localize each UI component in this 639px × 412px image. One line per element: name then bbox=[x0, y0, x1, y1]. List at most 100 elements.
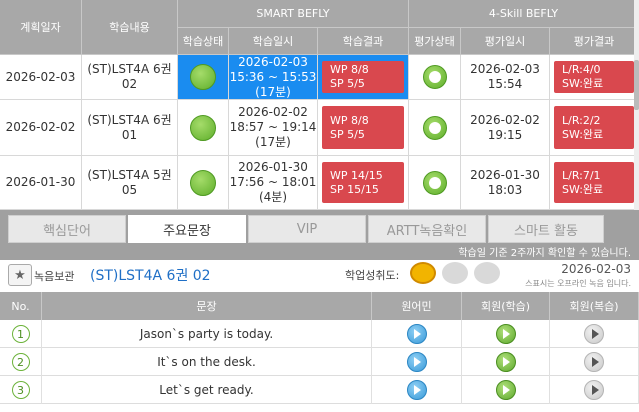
eval-result-button[interactable]: L/R:7/1 SW:완료 bbox=[554, 162, 634, 203]
native-audio-cell bbox=[372, 320, 462, 348]
sentence-number: 1 bbox=[11, 325, 30, 343]
result-line: WP 8/8 bbox=[330, 63, 369, 76]
eval-time-line: 2026-02-02 bbox=[470, 112, 540, 127]
eval-time-line: 19:15 bbox=[487, 127, 523, 142]
tab-key-sentences[interactable]: 주요문장 bbox=[128, 215, 246, 243]
tab-vip[interactable]: VIP bbox=[248, 215, 366, 243]
result-line: SW:완료 bbox=[562, 182, 604, 196]
native-audio-cell bbox=[372, 376, 462, 404]
member-study-audio-cell bbox=[462, 348, 550, 376]
sentence-number: 3 bbox=[11, 381, 30, 399]
member-study-play-icon[interactable] bbox=[495, 352, 516, 372]
time-line: 2026-01-30 bbox=[238, 160, 308, 174]
sentence-row: 1 Jason`s party is today. bbox=[0, 320, 639, 348]
sentence-no-cell: 3 bbox=[0, 376, 42, 404]
member-study-play-icon[interactable] bbox=[495, 324, 516, 344]
achievement-badge-good-icon bbox=[442, 262, 468, 284]
native-audio-cell bbox=[372, 348, 462, 376]
study-status[interactable] bbox=[178, 55, 229, 100]
tab-key-words[interactable]: 핵심단어 bbox=[8, 215, 126, 243]
header-content: 학습내용 bbox=[82, 0, 178, 55]
eval-status[interactable] bbox=[409, 100, 461, 156]
study-result-cell: WP 8/8 SP 5/5 bbox=[318, 55, 409, 100]
status-complete-icon bbox=[190, 114, 216, 141]
result-line: SP 5/5 bbox=[330, 127, 365, 141]
tab-smart-activity[interactable]: 스마트 활동 bbox=[488, 215, 604, 243]
result-line: L/R:7/1 bbox=[562, 168, 601, 182]
sentence-text: Jason`s party is today. bbox=[42, 320, 372, 348]
native-play-icon[interactable] bbox=[406, 380, 427, 400]
result-line: SP 5/5 bbox=[330, 77, 365, 90]
schedule-row[interactable]: 2026-02-02 (ST)LST4A 6권 01 2026-02-02 18… bbox=[0, 100, 639, 156]
time-line: 2026-02-03 bbox=[238, 54, 308, 69]
eval-time-line: 2026-02-03 bbox=[470, 62, 540, 76]
eval-time: 2026-02-03 15:54 bbox=[461, 55, 550, 100]
book-title: (ST)LST4A 6권 02 bbox=[90, 268, 211, 284]
header-eval-result: 평가결과 bbox=[550, 28, 639, 55]
eval-time-line: 18:03 bbox=[487, 182, 523, 197]
member-review-audio-cell bbox=[550, 376, 639, 404]
eval-result-cell: L/R:4/0 SW:완료 bbox=[550, 55, 639, 100]
study-result-cell: WP 14/15 SP 15/15 bbox=[318, 156, 409, 210]
status-complete-icon bbox=[190, 64, 216, 90]
eval-complete-icon bbox=[422, 65, 447, 89]
eval-status[interactable] bbox=[409, 156, 461, 210]
content-line: (ST)LST4A 5권 bbox=[87, 167, 172, 182]
result-line: WP 14/15 bbox=[330, 168, 383, 182]
study-result-button[interactable]: WP 14/15 SP 15/15 bbox=[322, 162, 404, 203]
native-play-icon[interactable] bbox=[406, 352, 427, 372]
eval-status[interactable] bbox=[409, 55, 461, 100]
eval-time-line: 2026-01-30 bbox=[470, 167, 540, 182]
schedule-row[interactable]: 2026-01-30 (ST)LST4A 5권 05 2026-01-30 17… bbox=[0, 156, 639, 210]
native-play-icon[interactable] bbox=[406, 324, 427, 344]
content-line: 05 bbox=[121, 182, 138, 197]
member-study-audio-cell bbox=[462, 320, 550, 348]
result-line: SW:완료 bbox=[562, 127, 604, 141]
time-line: (17분) bbox=[255, 84, 291, 99]
tab-bar: 핵심단어 주요문장 VIP ARTT녹음확인 스마트 활동 학습일 기준 2주까… bbox=[0, 210, 639, 260]
header-member-review: 회원(복습) bbox=[550, 292, 639, 320]
recording-save-label: 녹음보관 bbox=[34, 270, 75, 283]
study-result-button[interactable]: WP 8/8 SP 5/5 bbox=[322, 61, 404, 93]
scrollbar-thumb[interactable] bbox=[634, 60, 639, 110]
eval-time: 2026-01-30 18:03 bbox=[461, 156, 550, 210]
member-review-play-icon[interactable] bbox=[584, 380, 604, 400]
eval-time-line: 15:54 bbox=[487, 77, 523, 91]
sentence-row-partial bbox=[0, 404, 639, 412]
time-line: 18:57 ~ 19:14 bbox=[229, 120, 317, 134]
header-sentence: 문장 bbox=[42, 292, 372, 320]
member-study-audio-cell bbox=[462, 376, 550, 404]
plan-date: 2026-02-02 bbox=[0, 100, 82, 156]
sentence-row: 3 Let`s get ready. bbox=[0, 376, 639, 404]
eval-result-button[interactable]: L/R:4/0 SW:완료 bbox=[554, 61, 634, 93]
header-eval-time: 평가일시 bbox=[461, 28, 550, 55]
eval-time: 2026-02-02 19:15 bbox=[461, 100, 550, 156]
achievement-badge-excellent-icon bbox=[410, 262, 436, 284]
header-study-result: 학습결과 bbox=[318, 28, 409, 55]
content-line: 02 bbox=[121, 77, 138, 91]
sentence-text: Let`s get ready. bbox=[42, 376, 372, 404]
tab-artt-recording[interactable]: ARTT녹음확인 bbox=[368, 215, 486, 243]
member-study-play-icon[interactable] bbox=[495, 380, 516, 400]
time-line: 15:36 ~ 15:53 bbox=[229, 69, 317, 84]
eval-result-button[interactable]: L/R:2/2 SW:완료 bbox=[554, 106, 634, 149]
sentence-no-cell: 2 bbox=[0, 348, 42, 376]
tabs-note: 학습일 기준 2주까지 확인할 수 있습니다. bbox=[458, 248, 631, 259]
member-review-play-icon[interactable] bbox=[584, 324, 604, 344]
content-line: (ST)LST4A 6권 bbox=[87, 112, 172, 127]
time-line: (4분) bbox=[258, 190, 288, 204]
header-member-study: 회원(학습) bbox=[462, 292, 550, 320]
header-no: No. bbox=[0, 292, 42, 320]
member-review-play-icon[interactable] bbox=[584, 352, 604, 372]
schedule-scrollbar[interactable] bbox=[634, 0, 639, 210]
result-line: L/R:4/0 bbox=[562, 63, 601, 76]
time-line: (17분) bbox=[255, 135, 291, 149]
schedule-row[interactable]: 2026-02-03 (ST)LST4A 6권 02 2026-02-03 15… bbox=[0, 55, 639, 100]
study-status[interactable] bbox=[178, 156, 229, 210]
study-status[interactable] bbox=[178, 100, 229, 156]
recording-save-button[interactable]: ★ bbox=[8, 264, 32, 286]
study-content: (ST)LST4A 5권 05 bbox=[82, 156, 178, 210]
study-result-button[interactable]: WP 8/8 SP 5/5 bbox=[322, 106, 404, 149]
study-time: 2026-02-03 15:36 ~ 15:53 (17분) bbox=[229, 55, 318, 100]
eval-result-cell: L/R:7/1 SW:완료 bbox=[550, 156, 639, 210]
